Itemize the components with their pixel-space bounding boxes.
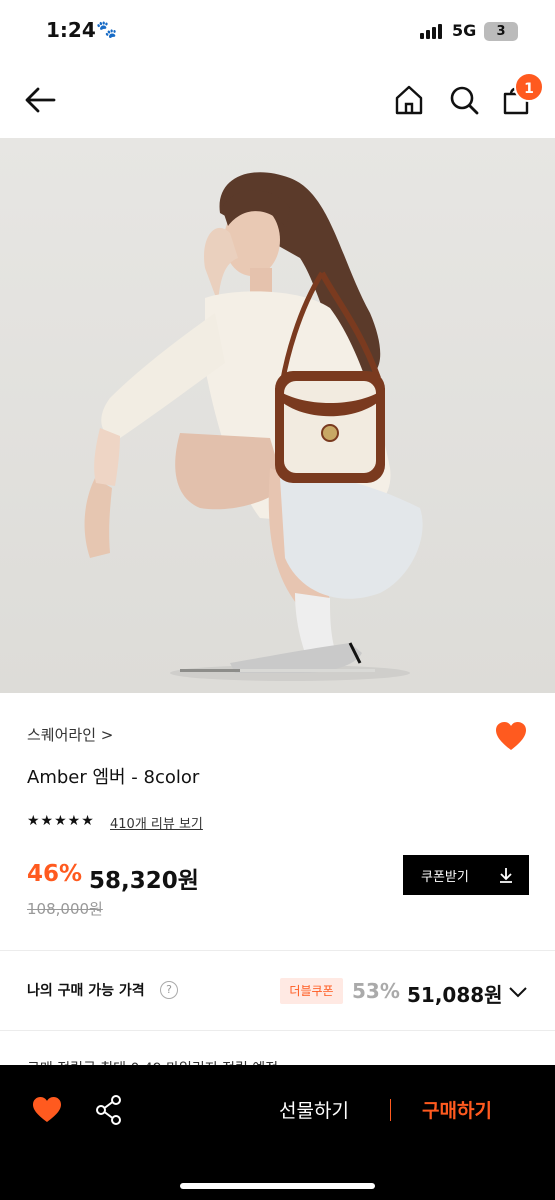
home-icon[interactable] <box>391 82 427 118</box>
divider <box>0 950 555 951</box>
network-label: 5G <box>452 21 477 40</box>
bottom-action-bar <box>0 1065 555 1200</box>
my-price-value: 51,088원 <box>407 983 503 1007</box>
coupon-button[interactable]: 쿠폰받기 <box>403 855 529 895</box>
help-icon[interactable]: ? <box>160 981 178 999</box>
my-price-label: 나의 구매 가능 가격 <box>27 983 145 999</box>
original-price: 108,000원 <box>27 900 103 918</box>
buy-button[interactable]: 구매하기 <box>422 1096 492 1123</box>
share-icon[interactable] <box>94 1094 124 1126</box>
brand-link[interactable]: 스퀘어라인 > <box>27 724 113 745</box>
divider <box>0 1030 555 1031</box>
status-bar: 1:24 🐾 5G 3 <box>0 0 555 62</box>
signal-icon <box>420 24 442 39</box>
discount-rate: 46% <box>27 861 83 887</box>
wishlist-heart-icon[interactable] <box>32 1096 62 1124</box>
image-pager <box>180 669 375 672</box>
heart-icon[interactable] <box>494 720 528 754</box>
search-icon[interactable] <box>446 82 482 118</box>
chevron-right-icon: > <box>100 726 114 744</box>
gift-button[interactable]: 선물하기 <box>279 1096 349 1123</box>
double-coupon-badge: 더블쿠폰 <box>280 978 343 1004</box>
download-icon <box>500 868 512 883</box>
chevron-down-icon[interactable] <box>508 982 528 1002</box>
paw-icon: 🐾 <box>96 20 118 40</box>
product-image[interactable] <box>0 138 555 693</box>
top-nav <box>0 62 555 138</box>
separator <box>390 1099 391 1121</box>
status-time: 1:24 <box>46 18 96 42</box>
product-name: Amber 엠버 - 8color <box>27 767 200 788</box>
model-photo-illustration <box>0 138 555 693</box>
review-link[interactable]: 410개 리뷰 보기 <box>110 813 203 832</box>
coupon-button-label: 쿠폰받기 <box>421 870 469 885</box>
rating-stars: ★★★★★ <box>27 813 95 829</box>
my-price-discount: 53% <box>352 979 400 1003</box>
back-arrow-icon[interactable] <box>22 82 58 118</box>
sale-price: 58,320원 <box>89 868 199 894</box>
cart-count-badge: 1 <box>514 72 544 102</box>
brand-name: 스퀘어라인 <box>27 726 97 744</box>
home-indicator[interactable] <box>180 1183 375 1189</box>
battery-icon: 3 <box>484 22 518 41</box>
